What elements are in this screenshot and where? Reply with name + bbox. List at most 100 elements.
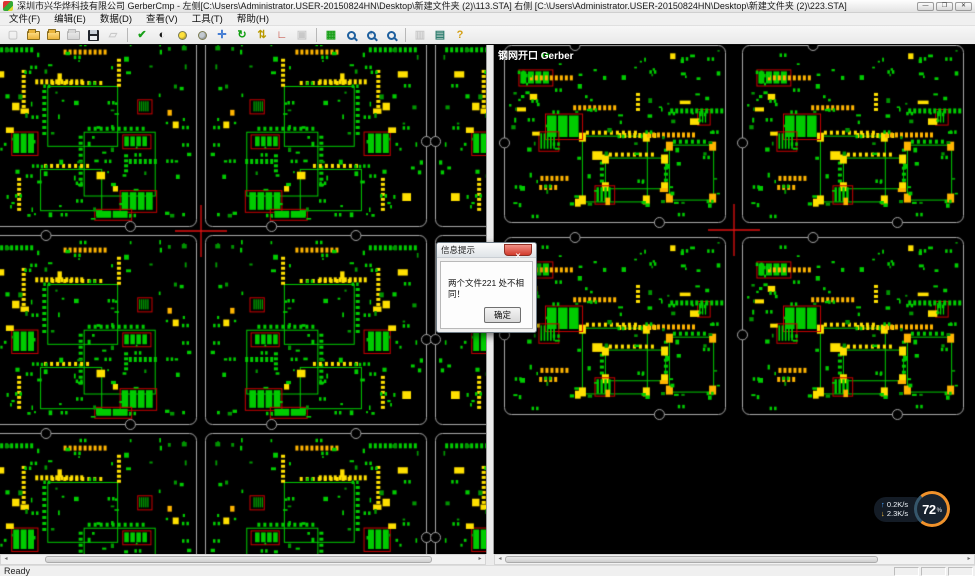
report-button[interactable]: ▤ <box>431 27 449 43</box>
report-icon: ▤ <box>435 30 445 41</box>
scrollbar-row: ◂ ▸ ◂ ▸ <box>0 554 975 565</box>
new-file-button: ▢ <box>4 27 22 43</box>
download-speed: 2.3K/s <box>887 509 908 518</box>
zoom-in-button[interactable]: + <box>362 27 380 43</box>
status-cell <box>894 567 919 576</box>
right-pane-label: 钢网开口 Gerber <box>498 47 574 62</box>
folder-icon <box>47 31 60 40</box>
status-bar: Ready <box>0 565 975 576</box>
stamp-button: ▣ <box>293 27 311 43</box>
menu-tools[interactable]: 工具(T) <box>185 13 230 26</box>
invert-colors-button[interactable]: ◐ <box>153 27 171 43</box>
pan-icon: ✛ <box>217 30 226 41</box>
close-icon: ✕ <box>515 253 521 260</box>
status-cell <box>948 567 973 576</box>
open-pair-button <box>64 27 82 43</box>
right-pane-hscrollbar[interactable]: ◂ ▸ <box>494 554 975 565</box>
scroll-left-icon[interactable]: ◂ <box>1 555 11 564</box>
dialog-message: 两个文件221 处不相同！ <box>441 262 532 300</box>
zoom-fit-button[interactable] <box>342 27 360 43</box>
window-titlebar: 深圳市兴华烨科技有限公司 GerberCmp - 左侧[C:\Users\Adm… <box>0 0 975 13</box>
left-gerber-pane <box>0 45 486 554</box>
floppy-icon <box>88 30 99 41</box>
mirror-button[interactable]: ⇅ <box>253 27 271 43</box>
right-pcb-canvas[interactable] <box>494 45 975 554</box>
dialog-close-button[interactable]: ✕ <box>504 244 532 256</box>
toolbar-separator <box>316 28 317 42</box>
snapshot-icon: ▥ <box>415 30 425 41</box>
rotate-button[interactable]: ↻ <box>233 27 251 43</box>
status-cell <box>921 567 946 576</box>
save-button[interactable] <box>84 27 102 43</box>
scrollbar-gap <box>486 554 494 565</box>
bulb-icon <box>198 31 207 40</box>
highlight-on-button[interactable] <box>173 27 191 43</box>
status-text: Ready <box>2 566 892 576</box>
open-left-file-button[interactable] <box>24 27 42 43</box>
menu-help[interactable]: 帮助(H) <box>230 13 276 26</box>
compare-button[interactable]: ✔ <box>133 27 151 43</box>
menu-file[interactable]: 文件(F) <box>2 13 47 26</box>
window-title: 深圳市兴华烨科技有限公司 GerberCmp - 左侧[C:\Users\Adm… <box>17 0 913 12</box>
percent-value: 72 <box>922 502 935 517</box>
upload-arrow-icon: ↑ <box>881 500 885 509</box>
folder-icon <box>67 31 80 40</box>
upload-speed: 0.2K/s <box>887 500 908 509</box>
highlight-off-button[interactable] <box>193 27 211 43</box>
snapshot-button: ▥ <box>411 27 429 43</box>
percent-sign: % <box>937 508 942 514</box>
folder-icon <box>27 31 40 40</box>
help-button[interactable]: ? <box>451 27 469 43</box>
compare-icon: ✔ <box>137 30 146 41</box>
new-file-icon: ▢ <box>8 30 18 41</box>
zoom-out-button[interactable]: − <box>382 27 400 43</box>
pan-button[interactable]: ✛ <box>213 27 231 43</box>
menu-edit[interactable]: 编辑(E) <box>47 13 93 26</box>
dialog-body: 两个文件221 处不相同！ 确定 <box>437 258 536 332</box>
dialog-titlebar[interactable]: 信息提示 ✕ <box>437 243 536 258</box>
left-pcb-canvas[interactable] <box>0 45 486 554</box>
dialog-message-panel: 两个文件221 处不相同！ 确定 <box>440 261 533 329</box>
stamp-icon: ▣ <box>297 30 307 41</box>
restore-button[interactable]: ❐ <box>936 2 953 11</box>
menu-view[interactable]: 查看(V) <box>139 13 185 26</box>
open-right-file-button[interactable] <box>44 27 62 43</box>
toolbar-separator <box>405 28 406 42</box>
origin-button[interactable]: ∟ <box>273 27 291 43</box>
export-button: ▱ <box>104 27 122 43</box>
optimization-percent: 72 % <box>917 494 947 524</box>
toolbar: ▢ ▱ ✔ ◐ ✛ ↻ ⇅ ∟ ▣ ▦ + − ▥ ▤? <box>0 26 975 44</box>
toolbar-separator <box>127 28 128 42</box>
optimization-ring[interactable]: 72 % <box>914 491 950 527</box>
right-scroll-thumb[interactable] <box>505 556 879 563</box>
toolbar-buttons: ▢ ▱ ✔ ◐ ✛ ↻ ⇅ ∟ ▣ ▦ + − ▥ ▤? <box>3 27 470 43</box>
menu-bar: 文件(F) 编辑(E) 数据(D) 查看(V) 工具(T) 帮助(H) <box>0 13 975 26</box>
minimize-button[interactable]: — <box>917 2 934 11</box>
download-arrow-icon: ↓ <box>881 509 885 518</box>
dialog-title: 信息提示 <box>441 243 504 257</box>
dialog-ok-button[interactable]: 确定 <box>484 307 521 323</box>
magnifier-icon <box>347 31 356 40</box>
message-dialog: 信息提示 ✕ 两个文件221 处不相同！ 确定 <box>436 242 537 333</box>
scroll-right-icon[interactable]: ▸ <box>475 555 485 564</box>
network-speed-widget[interactable]: ↑ 0.2K/s ↓ 2.3K/s 72 % <box>874 491 950 528</box>
bulb-icon <box>178 31 187 40</box>
magnifier-icon: − <box>387 31 396 40</box>
magnifier-icon: + <box>367 31 376 40</box>
help-icon: ? <box>457 30 464 41</box>
grid-button[interactable]: ▦ <box>322 27 340 43</box>
mirror-icon: ⇅ <box>257 30 266 41</box>
scroll-right-icon[interactable]: ▸ <box>964 555 974 564</box>
grid-icon: ▦ <box>326 30 336 41</box>
menu-data[interactable]: 数据(D) <box>93 13 139 26</box>
export-icon: ▱ <box>109 30 117 41</box>
app-icon <box>3 1 13 11</box>
left-scroll-thumb[interactable] <box>45 556 432 563</box>
right-gerber-pane: 钢网开口 Gerber <box>494 45 975 554</box>
invert-colors-icon: ◐ <box>159 30 166 41</box>
origin-icon: ∟ <box>277 30 288 41</box>
close-button[interactable]: ✕ <box>955 2 972 11</box>
left-pane-hscrollbar[interactable]: ◂ ▸ <box>0 554 486 565</box>
rotate-icon: ↻ <box>237 30 246 41</box>
scroll-left-icon[interactable]: ◂ <box>495 555 505 564</box>
